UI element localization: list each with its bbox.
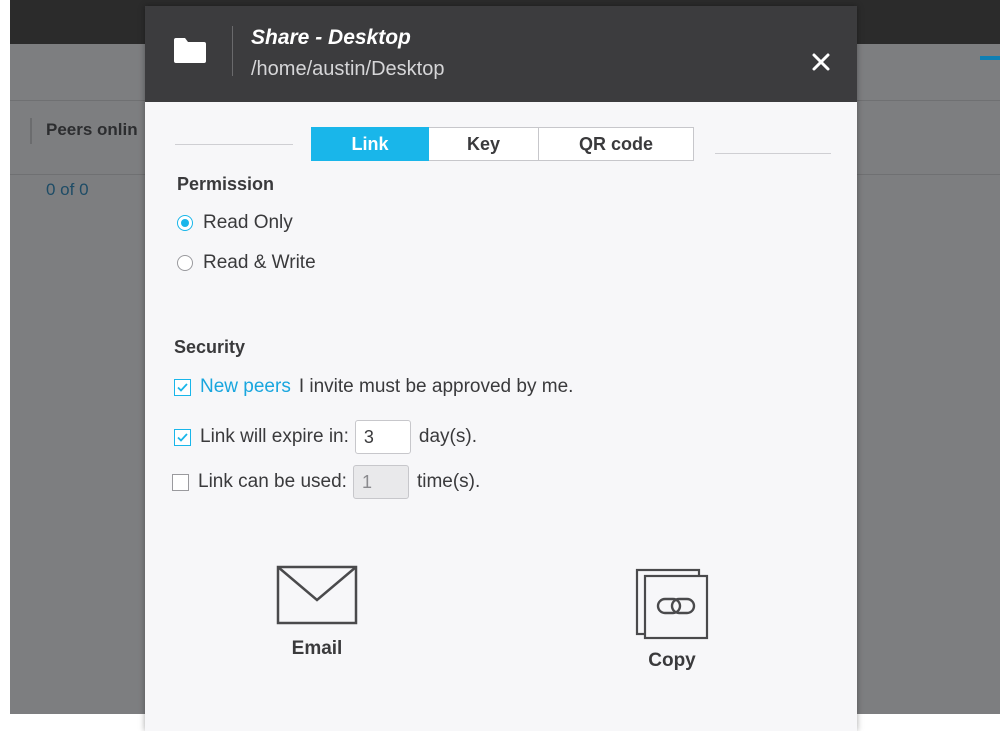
tab-rule-left: [175, 144, 293, 145]
email-button[interactable]: Email: [275, 564, 359, 660]
permission-read-only[interactable]: Read Only: [177, 212, 293, 234]
permission-heading: Permission: [177, 174, 275, 194]
security-heading: Security: [174, 337, 246, 357]
envelope-icon: [276, 565, 358, 625]
close-icon[interactable]: [805, 46, 837, 78]
tab-qr-code[interactable]: QR code: [539, 127, 694, 161]
read-write-radio[interactable]: [177, 255, 193, 271]
checkmark-icon: [177, 432, 188, 442]
permission-read-write[interactable]: Read & Write: [177, 252, 316, 274]
new-peers-link[interactable]: New peers: [200, 376, 291, 398]
link-expire-row: Link will expire in: day(s).: [174, 420, 477, 454]
share-dialog: Share - Desktop /home/austin/Desktop Lin…: [145, 6, 857, 731]
email-label: Email: [291, 638, 343, 659]
link-expire-checkbox[interactable]: [174, 428, 191, 446]
read-only-label: Read Only: [203, 212, 293, 233]
read-only-radio[interactable]: [177, 215, 193, 231]
link-uses-row: Link can be used: time(s).: [172, 465, 480, 499]
copy-label: Copy: [648, 650, 696, 671]
dialog-header: Share - Desktop /home/austin/Desktop: [145, 6, 857, 102]
new-peers-approval-row: New peers I invite must be approved by m…: [174, 376, 573, 398]
peers-online-column-header: Peers onlin: [46, 120, 138, 139]
folder-icon: [174, 38, 206, 63]
column-separator: [30, 118, 32, 144]
tab-rule-right: [715, 153, 831, 154]
folder-path: /home/austin/Desktop: [251, 58, 445, 80]
uses-count-input[interactable]: [352, 465, 409, 499]
header-separator: [232, 26, 233, 76]
link-uses-label: Link can be used:: [198, 471, 347, 492]
dialog-title: Share - Desktop: [251, 26, 411, 49]
share-tabs: Link Key QR code: [311, 127, 694, 161]
tab-link[interactable]: Link: [311, 127, 429, 161]
peers-online-count: 0 of 0: [46, 180, 89, 199]
new-peers-approval-label: I invite must be approved by me.: [298, 376, 574, 397]
link-uses-checkbox[interactable]: [172, 473, 189, 491]
copy-link-icon: [635, 568, 709, 640]
copy-button[interactable]: Copy: [633, 566, 711, 672]
app-accent-bar: [980, 56, 1000, 60]
new-peers-approval-checkbox[interactable]: [174, 378, 191, 396]
expire-days-unit: day(s).: [418, 426, 477, 447]
expire-days-input[interactable]: [354, 420, 411, 454]
read-write-label: Read & Write: [203, 252, 316, 273]
link-expire-label: Link will expire in:: [200, 426, 349, 447]
checkmark-icon: [177, 382, 188, 392]
tab-key[interactable]: Key: [429, 127, 539, 161]
window-edge: [846, 714, 1000, 731]
uses-count-unit: time(s).: [416, 471, 481, 492]
